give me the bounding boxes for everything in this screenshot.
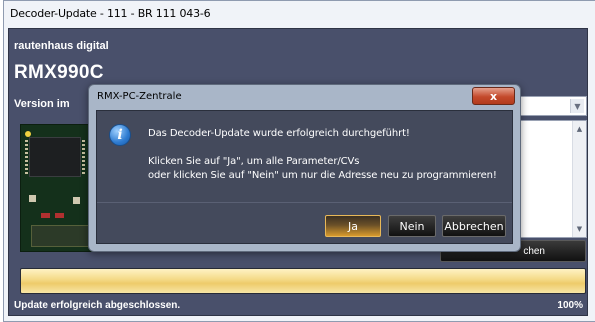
dialog-divider <box>97 202 512 203</box>
log-scrollbar[interactable]: ▲ ▼ <box>572 121 586 237</box>
chevron-down-icon[interactable]: ▼ <box>570 99 584 113</box>
window-title: Decoder-Update - 111 - BR 111 043-6 <box>10 7 211 20</box>
status-percent: 100% <box>557 300 583 311</box>
dialog-message-line1: Das Decoder-Update wurde erfolgreich dur… <box>148 128 410 139</box>
cancel-button[interactable]: Abbrechen <box>442 215 506 237</box>
status-message: Update erfolgreich abgeschlossen. <box>14 300 181 311</box>
product-label: RMX990C <box>14 62 104 83</box>
progress-fill <box>21 269 585 293</box>
info-icon: i <box>109 124 131 146</box>
dialog-message-line3: oder klicken Sie auf "Nein" um nur die A… <box>148 170 497 181</box>
scroll-up-icon[interactable]: ▲ <box>573 123 586 135</box>
version-label: Version im <box>14 98 70 110</box>
vendor-label: rautenhaus digital <box>14 40 109 52</box>
close-button[interactable]: x <box>472 87 515 105</box>
update-progress-bar <box>20 268 586 294</box>
confirm-dialog: RMX-PC-Zentrale x i Das Decoder-Update w… <box>88 84 521 252</box>
yes-button[interactable]: Ja <box>325 215 381 237</box>
dialog-body: i Das Decoder-Update wurde erfolgreich d… <box>96 110 513 244</box>
background-action-label: chen <box>523 245 545 257</box>
dialog-title: RMX-PC-Zentrale <box>97 91 182 102</box>
decoder-image <box>20 124 98 252</box>
scroll-down-icon[interactable]: ▼ <box>573 223 586 235</box>
close-icon: x <box>489 89 498 103</box>
no-button[interactable]: Nein <box>388 215 436 237</box>
dialog-message-line2: Klicken Sie auf "Ja", um alle Parameter/… <box>148 156 360 167</box>
